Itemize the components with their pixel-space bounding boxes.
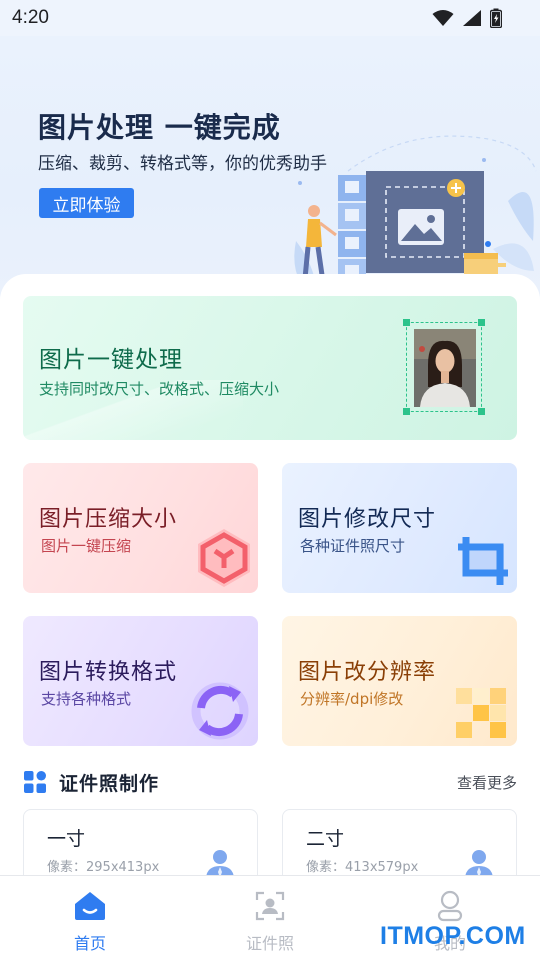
convert-icon xyxy=(191,682,249,740)
crop-handle xyxy=(403,319,410,326)
card-desc: 各种证件照尺寸 xyxy=(300,537,406,555)
section-title: 证件照制作 xyxy=(59,772,160,795)
hero-banner: 图片处理 一键完成 压缩、裁剪、转格式等，你的优秀助手 立即体验 xyxy=(0,36,540,301)
watermark: ITMOP.COM xyxy=(380,922,526,950)
crop-handle xyxy=(478,319,485,326)
hero-subtitle: 压缩、裁剪、转格式等，你的优秀助手 xyxy=(38,154,327,174)
id-size-name: 二寸 xyxy=(306,828,345,850)
signal-icon xyxy=(463,10,481,26)
resolution-icon xyxy=(456,688,506,738)
status-bar: 4:20 xyxy=(0,0,540,36)
person-icon xyxy=(465,850,493,878)
resize-card[interactable]: 图片修改尺寸 各种证件照尺寸 xyxy=(282,463,517,593)
one-click-process-card[interactable]: 图片一键处理 支持同时改尺寸、改格式、压缩大小 xyxy=(23,296,517,440)
try-now-button[interactable]: 立即体验 xyxy=(39,188,134,218)
convert-format-card[interactable]: 图片转换格式 支持各种格式 xyxy=(23,616,258,746)
id-size-pixels: 像素：413x579px xyxy=(306,860,419,875)
crop-handle xyxy=(403,408,410,415)
card-title: 图片转换格式 xyxy=(39,660,178,685)
card-title: 图片一键处理 xyxy=(39,347,183,373)
compress-icon xyxy=(198,529,250,587)
hero-title: 图片处理 一键完成 xyxy=(38,111,281,144)
status-icons xyxy=(432,8,502,28)
card-title: 图片修改尺寸 xyxy=(298,507,437,532)
profile-icon xyxy=(434,890,466,922)
card-desc: 图片一键压缩 xyxy=(41,537,132,555)
wifi-icon xyxy=(432,10,454,26)
id-size-name: 一寸 xyxy=(47,828,86,850)
crop-handle xyxy=(478,408,485,415)
resolution-card[interactable]: 图片改分辨率 分辨率/dpi修改 xyxy=(282,616,517,746)
id-photo-icon xyxy=(254,890,286,922)
id-size-pixels: 像素：295x413px xyxy=(47,860,160,875)
card-title: 图片压缩大小 xyxy=(39,507,178,532)
card-title: 图片改分辨率 xyxy=(298,660,437,685)
crop-frame xyxy=(403,319,485,415)
battery-icon xyxy=(490,8,502,28)
grid-icon xyxy=(24,771,46,793)
status-time: 4:20 xyxy=(12,7,49,28)
home-icon xyxy=(74,890,106,922)
crop-icon xyxy=(458,537,508,585)
nav-label: 证件照 xyxy=(245,934,294,953)
view-more-link[interactable]: 查看更多 xyxy=(457,772,517,793)
nav-label: 首页 xyxy=(73,934,106,953)
nav-item-home[interactable]: 首页 xyxy=(40,890,140,954)
main-content: 图片一键处理 支持同时改尺寸、改格式、压缩大小 图片压缩大小 图片一键压缩 图片… xyxy=(0,274,540,909)
portrait-photo xyxy=(414,329,476,407)
card-desc: 支持同时改尺寸、改格式、压缩大小 xyxy=(39,380,280,398)
nav-item-id-photo[interactable]: 证件照 xyxy=(220,890,320,954)
id-photo-section-header: 证件照制作 查看更多 xyxy=(23,768,517,796)
section-heading: 证件照制作 xyxy=(23,769,159,796)
card-desc: 分辨率/dpi修改 xyxy=(300,690,404,708)
person-icon xyxy=(206,850,234,878)
card-desc: 支持各种格式 xyxy=(41,690,132,708)
compress-card[interactable]: 图片压缩大小 图片一键压缩 xyxy=(23,463,258,593)
